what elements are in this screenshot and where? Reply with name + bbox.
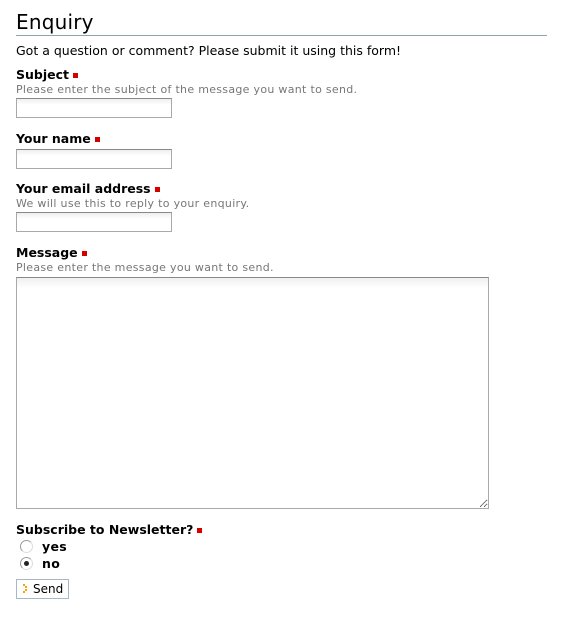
name-field-group: Your name [16, 131, 547, 169]
email-input[interactable] [16, 212, 172, 232]
required-marker [154, 186, 160, 192]
newsletter-yes-label[interactable]: yes [42, 539, 67, 554]
form-intro: Got a question or comment? Please submit… [16, 43, 402, 58]
newsletter-no-label[interactable]: no [42, 556, 60, 571]
email-help: We will use this to reply to your enquir… [16, 197, 250, 210]
newsletter-yes-radio[interactable] [20, 540, 33, 553]
required-marker [73, 72, 78, 78]
newsletter-option-no[interactable]: no [20, 555, 547, 572]
name-input[interactable] [16, 149, 172, 169]
email-field-group: Your email address We will use this to r… [16, 181, 547, 232]
send-button-label: Send [33, 582, 64, 596]
subject-label: Subject [16, 67, 69, 82]
email-label: Your email address [16, 181, 151, 196]
message-textarea[interactable] [16, 277, 489, 509]
newsletter-option-yes[interactable]: yes [20, 538, 547, 555]
name-label: Your name [16, 131, 91, 146]
arrow-icon [23, 584, 27, 593]
enquiry-form: Enquiry Got a question or comment? Pleas… [16, 10, 547, 599]
subject-input[interactable] [16, 98, 172, 118]
page-title: Enquiry [16, 10, 547, 36]
required-marker [81, 250, 87, 256]
message-field-group: Message Please enter the message you wan… [16, 245, 547, 509]
email-label-row: Your email address [16, 181, 547, 197]
newsletter-no-radio[interactable] [20, 557, 33, 570]
newsletter-label-row: Subscribe to Newsletter? [16, 522, 547, 538]
send-button[interactable]: Send [16, 579, 70, 599]
subject-field-group: Subject Please enter the subject of the … [16, 67, 547, 118]
message-label-row: Message [16, 245, 547, 261]
newsletter-field-group: Subscribe to Newsletter? yes no [16, 522, 547, 572]
subject-label-row: Subject [16, 67, 547, 83]
message-help: Please enter the message you want to sen… [16, 261, 274, 274]
message-label: Message [16, 245, 78, 260]
subject-help: Please enter the subject of the message … [16, 83, 358, 96]
required-marker [197, 527, 203, 533]
required-marker [94, 136, 100, 142]
newsletter-label: Subscribe to Newsletter? [16, 522, 194, 537]
name-label-row: Your name [16, 131, 547, 147]
